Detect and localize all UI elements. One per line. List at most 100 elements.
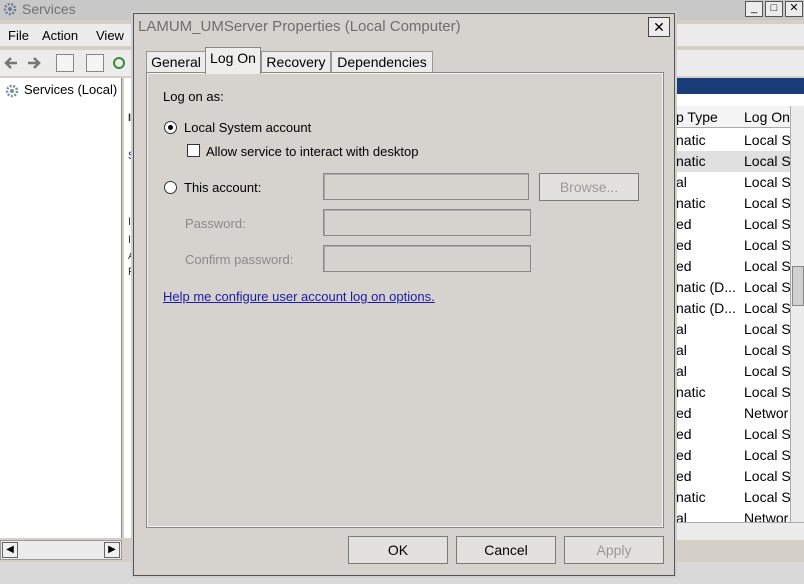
service-row[interactable]: ed Local S bbox=[672, 466, 790, 487]
tab-log-on[interactable]: Log On bbox=[205, 47, 261, 74]
tree-item-label: Services (Local) bbox=[24, 82, 118, 97]
log-on-cell: Local S bbox=[744, 468, 790, 484]
log-on-cell: Local S bbox=[744, 153, 790, 169]
this-account-field[interactable] bbox=[323, 173, 529, 200]
log-on-cell: Local S bbox=[744, 216, 790, 232]
scroll-right-icon[interactable]: ▶ bbox=[104, 542, 120, 558]
services-vertical-scrollbar[interactable] bbox=[790, 106, 804, 522]
service-row[interactable]: natic Local S bbox=[672, 130, 790, 151]
service-row[interactable]: ed Local S bbox=[672, 214, 790, 235]
service-row[interactable]: natic (D... Local S bbox=[672, 277, 790, 298]
scroll-thumb[interactable] bbox=[792, 266, 804, 306]
startup-type-cell: ed bbox=[676, 468, 692, 484]
column-header-startup-type[interactable]: p Type bbox=[676, 109, 718, 125]
password-label: Password: bbox=[185, 216, 246, 231]
log-on-cell: Local S bbox=[744, 258, 790, 274]
local-system-label[interactable]: Local System account bbox=[184, 120, 311, 135]
properties-icon[interactable] bbox=[86, 54, 104, 72]
desc-mark: I bbox=[128, 112, 132, 124]
startup-type-cell: natic bbox=[676, 384, 706, 400]
startup-type-cell: al bbox=[676, 174, 687, 190]
startup-type-cell: ed bbox=[676, 237, 692, 253]
dialog-close-button[interactable]: ✕ bbox=[648, 17, 670, 37]
this-account-radio[interactable] bbox=[164, 181, 177, 194]
service-row[interactable]: natic Local S bbox=[672, 193, 790, 214]
service-row[interactable]: ed Local S bbox=[672, 235, 790, 256]
startup-type-cell: ed bbox=[676, 258, 692, 274]
service-row[interactable]: natic Local S bbox=[672, 382, 790, 403]
service-row[interactable]: natic (D... Local S bbox=[672, 298, 790, 319]
interact-desktop-label[interactable]: Allow service to interact with desktop bbox=[206, 144, 418, 159]
confirm-password-field[interactable] bbox=[323, 245, 531, 272]
service-row[interactable]: natic Local S bbox=[672, 487, 790, 508]
window-close-button[interactable]: ✕ bbox=[785, 1, 803, 17]
tab-dependencies[interactable]: Dependencies bbox=[331, 51, 433, 73]
this-account-label[interactable]: This account: bbox=[184, 180, 261, 195]
service-row[interactable]: ed Local S bbox=[672, 445, 790, 466]
startup-type-cell: ed bbox=[676, 426, 692, 442]
minimize-button[interactable]: _ bbox=[745, 1, 763, 17]
service-row[interactable]: al Local S bbox=[672, 340, 790, 361]
log-on-cell: Local S bbox=[744, 321, 790, 337]
service-row[interactable]: al Local S bbox=[672, 319, 790, 340]
startup-type-cell: natic (D... bbox=[676, 279, 736, 295]
service-row[interactable]: natic Local S bbox=[672, 151, 790, 172]
ok-button[interactable]: OK bbox=[348, 536, 448, 564]
startup-type-cell: ed bbox=[676, 405, 692, 421]
password-field[interactable] bbox=[323, 209, 531, 236]
local-system-radio[interactable] bbox=[164, 121, 177, 134]
desc-mark: I bbox=[128, 216, 132, 228]
startup-type-cell: natic bbox=[676, 153, 706, 169]
services-horizontal-scrollbar[interactable] bbox=[672, 522, 804, 540]
service-row[interactable]: al Local S bbox=[672, 172, 790, 193]
log-on-cell: Local S bbox=[744, 279, 790, 295]
back-arrow-icon[interactable] bbox=[3, 55, 19, 71]
menu-view[interactable]: View bbox=[96, 28, 124, 43]
browse-button[interactable]: Browse... bbox=[539, 173, 639, 201]
startup-type-cell: natic bbox=[676, 195, 706, 211]
log-on-cell: Local S bbox=[744, 195, 790, 211]
service-row[interactable]: al Local S bbox=[672, 361, 790, 382]
log-on-cell: Networ bbox=[744, 405, 789, 421]
desc-mark: I bbox=[128, 234, 132, 246]
log-on-cell: Local S bbox=[744, 132, 790, 148]
confirm-password-label: Confirm password: bbox=[185, 252, 294, 267]
startup-type-cell: al bbox=[676, 321, 687, 337]
show-hide-tree-icon[interactable] bbox=[56, 54, 74, 72]
log-on-cell: Local S bbox=[744, 489, 790, 505]
scroll-left-icon[interactable]: ◀ bbox=[2, 542, 18, 558]
menu-action[interactable]: Action bbox=[42, 28, 78, 43]
interact-desktop-checkbox[interactable] bbox=[187, 144, 200, 157]
menu-file[interactable]: File bbox=[8, 28, 29, 43]
service-row[interactable]: ed Local S bbox=[672, 424, 790, 445]
service-row[interactable]: ed Local S bbox=[672, 256, 790, 277]
dialog-title: LAMUM_UMServer Properties (Local Compute… bbox=[138, 18, 461, 35]
tree-horizontal-scrollbar[interactable]: ◀ ▶ bbox=[0, 540, 122, 560]
tab-general[interactable]: General bbox=[146, 51, 206, 73]
help-configure-logon-link[interactable]: Help me configure user account log on op… bbox=[163, 289, 435, 304]
log-on-cell: Local S bbox=[744, 174, 790, 190]
column-header-log-on[interactable]: Log On bbox=[744, 109, 790, 125]
apply-button[interactable]: Apply bbox=[564, 536, 664, 564]
services-gear-icon bbox=[3, 2, 17, 16]
startup-type-cell: natic bbox=[676, 132, 706, 148]
services-window-title: Services bbox=[22, 1, 76, 17]
log-on-cell: Local S bbox=[744, 384, 790, 400]
log-on-cell: Local S bbox=[744, 300, 790, 316]
log-on-cell: Local S bbox=[744, 237, 790, 253]
refresh-icon[interactable] bbox=[112, 56, 126, 70]
cancel-button[interactable]: Cancel bbox=[456, 536, 556, 564]
service-row[interactable]: ed Networ bbox=[672, 403, 790, 424]
startup-type-cell: al bbox=[676, 342, 687, 358]
log-on-cell: Local S bbox=[744, 363, 790, 379]
startup-type-cell: al bbox=[676, 363, 687, 379]
log-on-cell: Local S bbox=[744, 342, 790, 358]
startup-type-cell: natic bbox=[676, 489, 706, 505]
startup-type-cell: ed bbox=[676, 216, 692, 232]
services-header-strip bbox=[672, 78, 804, 94]
maximize-button[interactable]: □ bbox=[765, 1, 783, 17]
forward-arrow-icon[interactable] bbox=[26, 55, 42, 71]
tree-pane: Services (Local) bbox=[0, 78, 122, 538]
log-on-cell: Local S bbox=[744, 447, 790, 463]
tab-recovery[interactable]: Recovery bbox=[261, 51, 331, 73]
